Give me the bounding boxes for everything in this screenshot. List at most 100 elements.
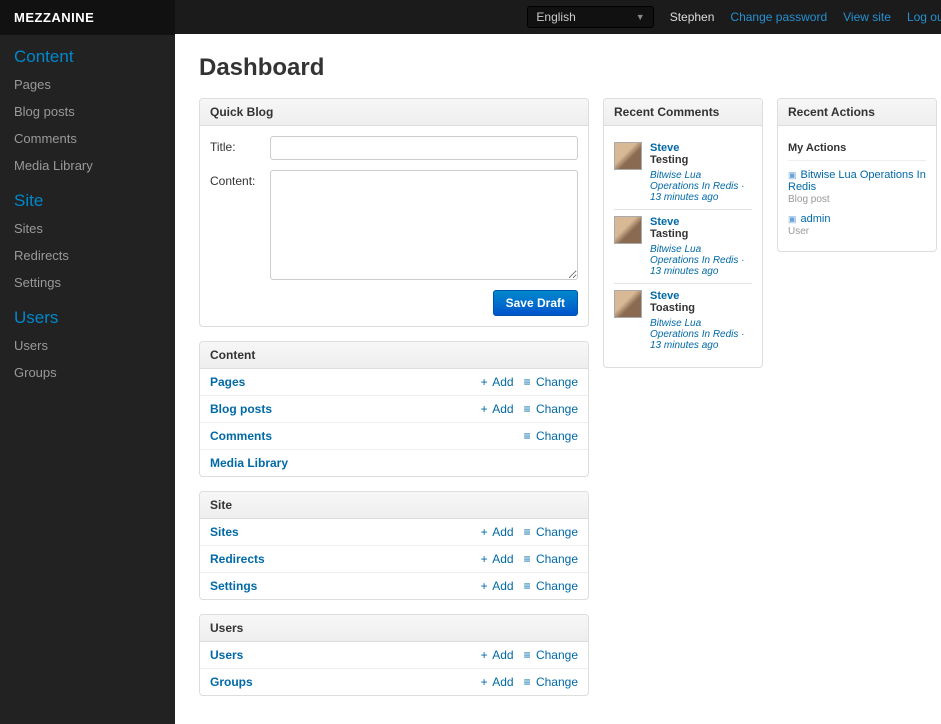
plus-icon: +: [481, 402, 488, 416]
language-select[interactable]: English ▼: [527, 6, 653, 28]
content-textarea[interactable]: [270, 170, 578, 280]
quick-blog-panel: Quick Blog Title: Content: Save Draft: [199, 98, 589, 327]
module-panel-head: Users: [200, 615, 588, 642]
sidebar-item-sites[interactable]: Sites: [0, 215, 175, 242]
action-link[interactable]: ▣Bitwise Lua Operations In Redis: [788, 169, 926, 193]
list-icon: ≡: [524, 579, 531, 593]
add-link[interactable]: + Add: [481, 375, 514, 389]
plus-icon: +: [481, 648, 488, 662]
add-link[interactable]: + Add: [481, 525, 514, 539]
sidebar-item-settings[interactable]: Settings: [0, 269, 175, 296]
add-link[interactable]: + Add: [481, 552, 514, 566]
avatar: [614, 216, 642, 244]
list-icon: ≡: [524, 402, 531, 416]
comment-item: SteveToasting Bitwise Lua Operations In R…: [614, 284, 752, 357]
sidebar-item-media-library[interactable]: Media Library: [0, 152, 175, 179]
list-icon: ≡: [524, 552, 531, 566]
module-link-media-library[interactable]: Media Library: [210, 456, 578, 470]
sidebar: MEZZANINE ContentPagesBlog postsComments…: [0, 0, 175, 724]
log-out-link[interactable]: Log out: [907, 10, 941, 24]
action-link[interactable]: ▣admin: [788, 213, 926, 225]
save-draft-button[interactable]: Save Draft: [493, 290, 578, 316]
comment-meta[interactable]: Bitwise Lua Operations In Redis · 13 min…: [650, 170, 752, 203]
module-row: Blog posts + Add ≡ Change: [200, 395, 588, 422]
module-row: Sites + Add ≡ Change: [200, 519, 588, 545]
module-row: Groups + Add ≡ Change: [200, 668, 588, 695]
module-panel-site: Site Sites + Add ≡ Change Redirects + Add ≡ Ch…: [199, 491, 589, 600]
action-type: Blog post: [788, 194, 830, 205]
module-link-comments[interactable]: Comments: [210, 429, 514, 443]
main-area: English ▼ Stephen Change password View s…: [175, 0, 941, 724]
change-link[interactable]: ≡ Change: [524, 579, 578, 593]
sidebar-section-users[interactable]: Users: [0, 296, 175, 332]
comment-text: Testing: [650, 154, 752, 166]
add-link[interactable]: + Add: [481, 648, 514, 662]
plus-icon: +: [481, 675, 488, 689]
module-link-groups[interactable]: Groups: [210, 675, 471, 689]
sidebar-item-comments[interactable]: Comments: [0, 125, 175, 152]
comment-item: SteveTastingBitwise Lua Operations In Re…: [614, 210, 752, 284]
module-link-pages[interactable]: Pages: [210, 375, 471, 389]
module-row: Media Library: [200, 449, 588, 476]
module-link-settings[interactable]: Settings: [210, 579, 471, 593]
comment-author[interactable]: Steve: [650, 216, 752, 228]
current-user: Stephen: [670, 10, 715, 24]
bullet-icon: ▣: [788, 170, 797, 180]
sidebar-item-blog-posts[interactable]: Blog posts: [0, 98, 175, 125]
action-item: ▣adminUser: [788, 209, 926, 241]
comment-author[interactable]: Steve: [650, 142, 752, 154]
page-title: Dashboard: [199, 54, 937, 82]
module-link-blog-posts[interactable]: Blog posts: [210, 402, 471, 416]
add-link[interactable]: + Add: [481, 579, 514, 593]
comment-text: Toasting: [650, 302, 752, 314]
module-row: Users + Add ≡ Change: [200, 642, 588, 668]
change-link[interactable]: ≡ Change: [524, 402, 578, 416]
chevron-down-icon: ▼: [636, 12, 645, 22]
list-icon: ≡: [524, 375, 531, 389]
module-panel-head: Content: [200, 342, 588, 369]
language-label: English: [536, 10, 575, 24]
sidebar-section-site[interactable]: Site: [0, 179, 175, 215]
recent-actions-head: Recent Actions: [778, 99, 936, 126]
change-password-link[interactable]: Change password: [730, 10, 827, 24]
change-link[interactable]: ≡ Change: [524, 675, 578, 689]
title-input[interactable]: [270, 136, 578, 160]
view-site-link[interactable]: View site: [843, 10, 891, 24]
topbar: English ▼ Stephen Change password View s…: [175, 0, 941, 34]
content-label: Content:: [210, 170, 270, 188]
add-link[interactable]: + Add: [481, 402, 514, 416]
add-link[interactable]: + Add: [481, 675, 514, 689]
comment-meta[interactable]: Bitwise Lua Operations In Redis · 13 min…: [650, 244, 752, 277]
avatar: [614, 290, 642, 318]
change-link[interactable]: ≡ Change: [524, 525, 578, 539]
sidebar-section-content[interactable]: Content: [0, 35, 175, 71]
brand-logo: MEZZANINE: [0, 0, 175, 35]
action-item: ▣Bitwise Lua Operations In RedisBlog pos…: [788, 165, 926, 209]
plus-icon: +: [481, 375, 488, 389]
sidebar-item-groups[interactable]: Groups: [0, 359, 175, 386]
sidebar-item-redirects[interactable]: Redirects: [0, 242, 175, 269]
avatar: [614, 142, 642, 170]
change-link[interactable]: ≡ Change: [524, 429, 578, 443]
module-link-redirects[interactable]: Redirects: [210, 552, 471, 566]
list-icon: ≡: [524, 648, 531, 662]
module-link-sites[interactable]: Sites: [210, 525, 471, 539]
list-icon: ≡: [524, 429, 531, 443]
change-link[interactable]: ≡ Change: [524, 375, 578, 389]
plus-icon: +: [481, 552, 488, 566]
module-link-users[interactable]: Users: [210, 648, 471, 662]
list-icon: ≡: [524, 675, 531, 689]
module-panel-content: Content Pages + Add ≡ Change Blog posts + Add…: [199, 341, 589, 477]
sidebar-item-users[interactable]: Users: [0, 332, 175, 359]
module-panel-users: Users Users + Add ≡ Change Groups + Add ≡ Chan…: [199, 614, 589, 696]
sidebar-item-pages[interactable]: Pages: [0, 71, 175, 98]
change-link[interactable]: ≡ Change: [524, 648, 578, 662]
module-panel-head: Site: [200, 492, 588, 519]
comment-meta[interactable]: Bitwise Lua Operations In Redis · 13 min…: [650, 318, 752, 351]
quick-blog-head: Quick Blog: [200, 99, 588, 126]
module-row: Settings + Add ≡ Change: [200, 572, 588, 599]
comment-author[interactable]: Steve: [650, 290, 752, 302]
recent-actions-panel: Recent Actions My Actions ▣Bitwise Lua O…: [777, 98, 937, 252]
plus-icon: +: [481, 579, 488, 593]
change-link[interactable]: ≡ Change: [524, 552, 578, 566]
